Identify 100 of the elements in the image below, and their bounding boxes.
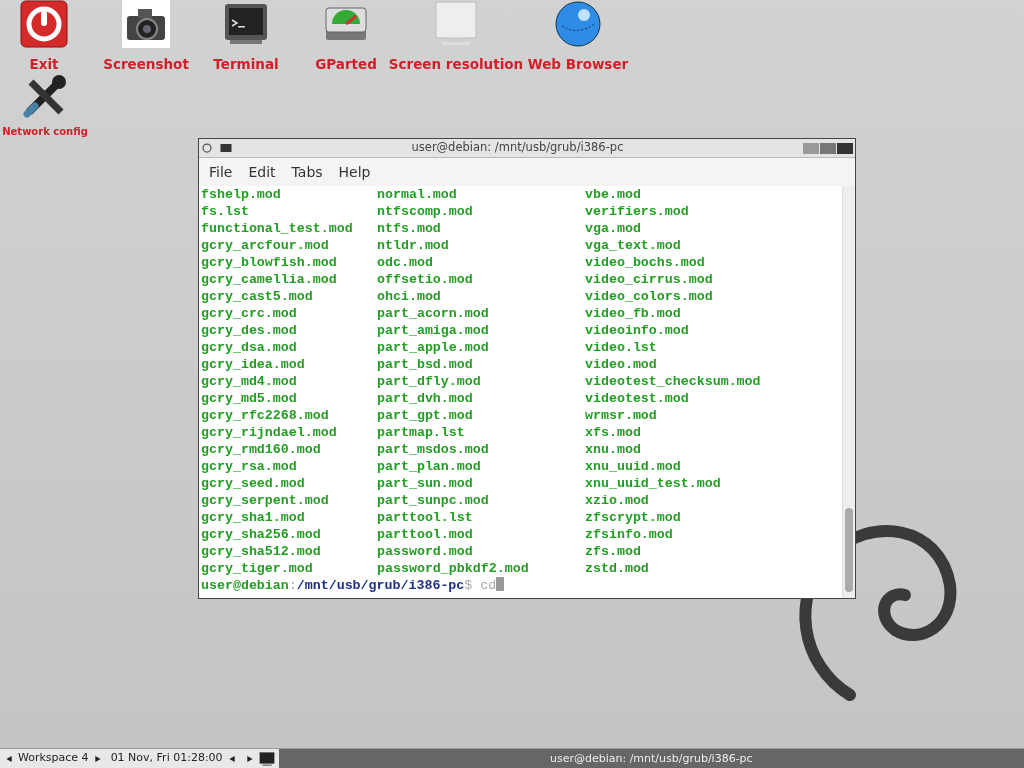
- icon-label[interactable]: Screenshot: [103, 54, 189, 75]
- file-name: gcry_sha512.mod: [201, 543, 322, 560]
- command-text: cd: [480, 578, 497, 593]
- icon-label[interactable]: GParted: [315, 54, 377, 75]
- file-name: vbe.mod: [585, 186, 642, 203]
- file-name: offsetio.mod: [377, 271, 474, 288]
- taskbar-window-button[interactable]: user@debian: /mnt/usb/grub/i386-pc: [278, 749, 1024, 768]
- file-name: zfs.mod: [585, 543, 642, 560]
- file-name: gcry_dsa.mod: [201, 339, 298, 356]
- file-name: xnu_uuid.mod: [585, 458, 682, 475]
- file-name: xnu_uuid_test.mod: [585, 475, 722, 492]
- file-name: gcry_rijndael.mod: [201, 424, 338, 441]
- file-name: part_apple.mod: [377, 339, 490, 356]
- file-name: xnu.mod: [585, 441, 642, 458]
- menu-item[interactable]: Help: [330, 159, 379, 185]
- file-name: ohci.mod: [377, 288, 442, 305]
- file-name: zstd.mod: [585, 560, 650, 577]
- file-name: part_plan.mod: [377, 458, 482, 475]
- maximize-button[interactable]: [820, 142, 836, 154]
- file-name: gcry_arcfour.mod: [201, 237, 330, 254]
- right-arrow-icon[interactable]: [245, 754, 254, 763]
- icon-label[interactable]: Terminal: [213, 54, 279, 75]
- file-name: gcry_sha1.mod: [201, 509, 306, 526]
- scrollbar[interactable]: [842, 186, 855, 598]
- power-icon[interactable]: [20, 0, 68, 48]
- file-name: gcry_md5.mod: [201, 390, 298, 407]
- prompt-user: user@debian: [201, 578, 289, 593]
- file-name: gcry_seed.mod: [201, 475, 306, 492]
- file-name: xfs.mod: [585, 424, 642, 441]
- file-name: part_msdos.mod: [377, 441, 490, 458]
- file-name: videotest.mod: [585, 390, 690, 407]
- file-name: video_bochs.mod: [585, 254, 706, 271]
- close-button[interactable]: [837, 142, 853, 154]
- file-name: odc.mod: [377, 254, 434, 271]
- file-name: part_acorn.mod: [377, 305, 490, 322]
- left-arrow-icon[interactable]: [227, 754, 236, 763]
- file-name: part_gpt.mod: [377, 407, 474, 424]
- file-name: video_colors.mod: [585, 288, 714, 305]
- file-name: normal.mod: [377, 186, 458, 203]
- file-name: part_bsd.mod: [377, 356, 474, 373]
- file-name: ntfscomp.mod: [377, 203, 474, 220]
- scrollbar-thumb[interactable]: [845, 508, 853, 592]
- file-name: ntfs.mod: [377, 220, 442, 237]
- file-name: partmap.lst: [377, 424, 466, 441]
- window-title: user@debian: /mnt/usb/grub/i386-pc: [410, 139, 625, 157]
- icon-label[interactable]: Screen resolution: [388, 54, 524, 75]
- terminal-icon: [219, 142, 233, 154]
- file-name: vga_text.mod: [585, 237, 682, 254]
- prompt-separator: :: [288, 578, 297, 593]
- file-name: video.mod: [585, 356, 658, 373]
- file-name: gcry_rfc2268.mod: [201, 407, 330, 424]
- file-name: gcry_md4.mod: [201, 373, 298, 390]
- file-name: wrmsr.mod: [585, 407, 658, 424]
- globe-icon[interactable]: [554, 0, 602, 48]
- file-name: parttool.lst: [377, 509, 474, 526]
- file-name: part_dfly.mod: [377, 373, 482, 390]
- file-name: functional_test.mod: [201, 220, 354, 237]
- menu-item[interactable]: Edit: [240, 159, 284, 185]
- file-name: vga.mod: [585, 220, 642, 237]
- wrench-screwdriver-icon[interactable]: [21, 72, 69, 120]
- file-name: gcry_blowfish.mod: [201, 254, 338, 271]
- file-name: parttool.mod: [377, 526, 474, 543]
- file-name: password.mod: [377, 543, 474, 560]
- icon-label[interactable]: Web Browser: [527, 54, 629, 75]
- clock-text: 01 Nov, Fri 01:28:00: [110, 750, 223, 767]
- text-cursor: [496, 577, 505, 591]
- file-name: gcry_sha256.mod: [201, 526, 322, 543]
- file-name: gcry_tiger.mod: [201, 560, 314, 577]
- workspace-label: Workspace 4: [18, 750, 89, 767]
- file-name: xzio.mod: [585, 492, 650, 509]
- file-name: gcry_idea.mod: [201, 356, 306, 373]
- prompt-path: /mnt/usb/grub/i386-pc: [296, 578, 465, 593]
- terminal-icon[interactable]: [258, 750, 275, 767]
- file-name: videoinfo.mod: [585, 322, 690, 339]
- file-name: ntldr.mod: [377, 237, 450, 254]
- file-name: video_fb.mod: [585, 305, 682, 322]
- file-name: videotest_checksum.mod: [585, 373, 762, 390]
- file-name: gcry_des.mod: [201, 322, 298, 339]
- file-name: gcry_cast5.mod: [201, 288, 314, 305]
- file-name: gcry_serpent.mod: [201, 492, 330, 509]
- file-name: part_dvh.mod: [377, 390, 474, 407]
- menu-item[interactable]: File: [201, 159, 241, 185]
- file-name: gcry_camellia.mod: [201, 271, 338, 288]
- right-arrow-icon[interactable]: [93, 754, 102, 763]
- icon-label[interactable]: Exit: [29, 54, 59, 75]
- file-name: part_sunpc.mod: [377, 492, 490, 509]
- file-name: zfsinfo.mod: [585, 526, 674, 543]
- file-name: part_amiga.mod: [377, 322, 490, 339]
- left-arrow-icon[interactable]: [5, 754, 13, 763]
- prompt-symbol: $: [464, 578, 473, 593]
- file-name: zfscrypt.mod: [585, 509, 682, 526]
- file-name: password_pbkdf2.mod: [377, 560, 530, 577]
- file-name: video.lst: [585, 339, 658, 356]
- menu-item[interactable]: Tabs: [283, 159, 331, 185]
- file-name: gcry_rsa.mod: [201, 458, 298, 475]
- icon-label[interactable]: Network config: [2, 124, 88, 139]
- file-name: part_sun.mod: [377, 475, 474, 492]
- camera-icon[interactable]: [122, 0, 170, 48]
- file-name: gcry_rmd160.mod: [201, 441, 322, 458]
- file-name: verifiers.mod: [585, 203, 690, 220]
